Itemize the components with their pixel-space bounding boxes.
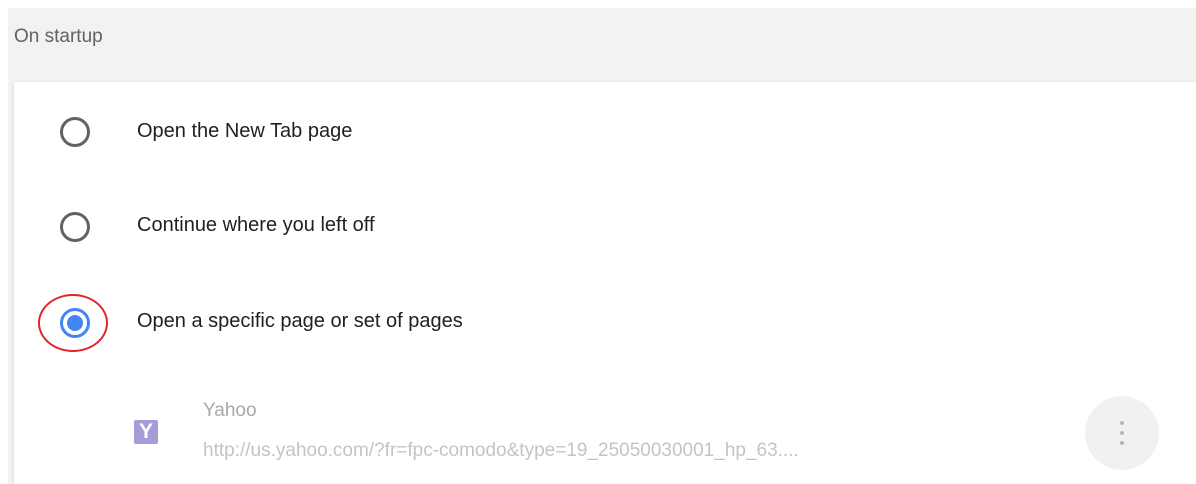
startup-page-item: Y Yahoo http://us.yahoo.com/?fr=fpc-como… <box>14 382 1196 484</box>
more-vert-icon <box>1120 421 1124 445</box>
radio-button-new-tab[interactable] <box>60 117 90 147</box>
yahoo-favicon-icon: Y <box>134 420 158 444</box>
section-title: On startup <box>14 26 103 47</box>
startup-page-url: http://us.yahoo.com/?fr=fpc-comodo&type=… <box>203 440 799 461</box>
more-actions-button[interactable] <box>1085 396 1159 470</box>
startup-page-name: Yahoo <box>203 400 257 421</box>
option-continue[interactable]: Continue where you left off <box>14 182 1196 272</box>
highlight-annotation <box>38 294 108 352</box>
option-specific-pages[interactable]: Open a specific page or set of pages <box>14 278 1196 368</box>
startup-options-card: Open the New Tab page Continue where you… <box>14 82 1196 484</box>
option-label: Open the New Tab page <box>137 120 353 142</box>
option-new-tab[interactable]: Open the New Tab page <box>14 86 1196 176</box>
radio-button-continue[interactable] <box>60 212 90 242</box>
option-label: Open a specific page or set of pages <box>137 310 463 332</box>
option-label: Continue where you left off <box>137 214 375 236</box>
